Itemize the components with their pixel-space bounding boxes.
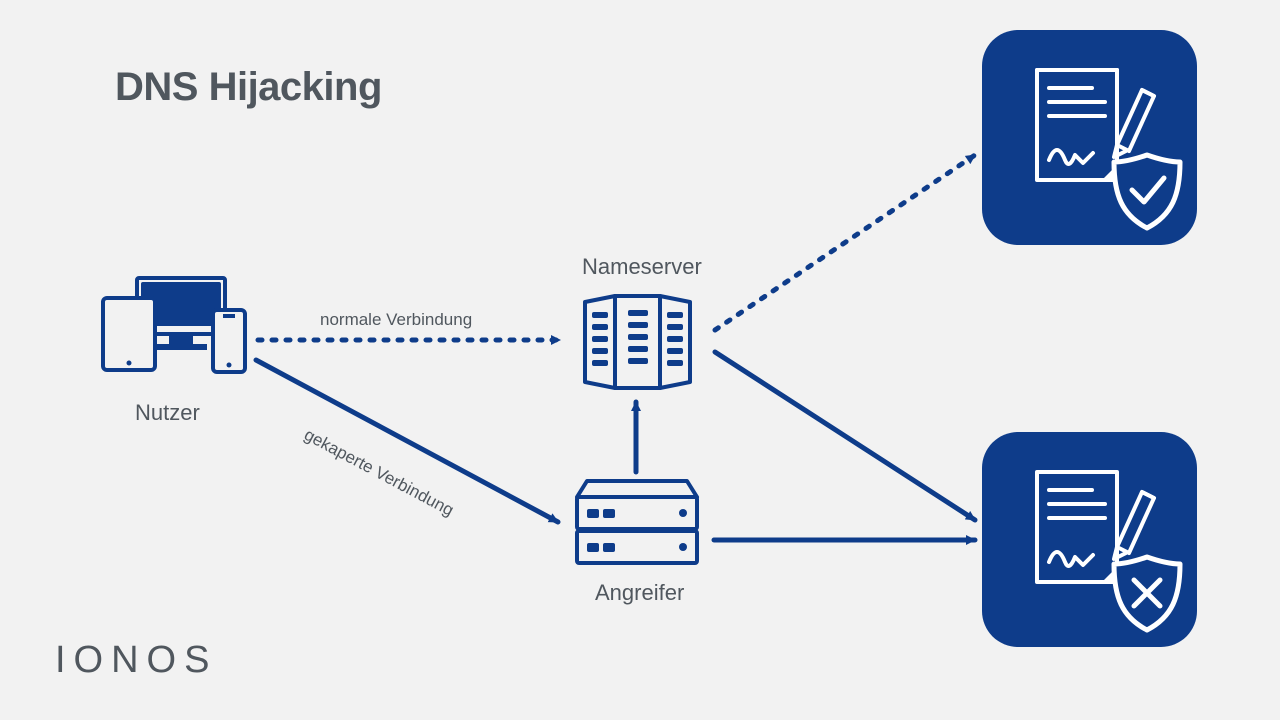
- attacker-server-icon: [567, 475, 707, 575]
- fake-site-card: [982, 432, 1197, 647]
- brand-logo: IONOS: [55, 639, 217, 682]
- hijacked-connection-label: gekaperte Verbindung: [301, 425, 457, 521]
- edge-nameserver-fake: [715, 352, 975, 520]
- user-label: Nutzer: [135, 400, 200, 426]
- normal-connection-label: normale Verbindung: [320, 310, 472, 330]
- edge-nameserver-legit: [715, 155, 975, 330]
- legit-site-card: [982, 30, 1197, 245]
- attacker-label: Angreifer: [595, 580, 684, 606]
- nameserver-icon: [570, 290, 705, 395]
- diagram-title: DNS Hijacking: [115, 65, 382, 110]
- user-devices-icon: [95, 270, 255, 390]
- nameserver-label: Nameserver: [582, 254, 702, 280]
